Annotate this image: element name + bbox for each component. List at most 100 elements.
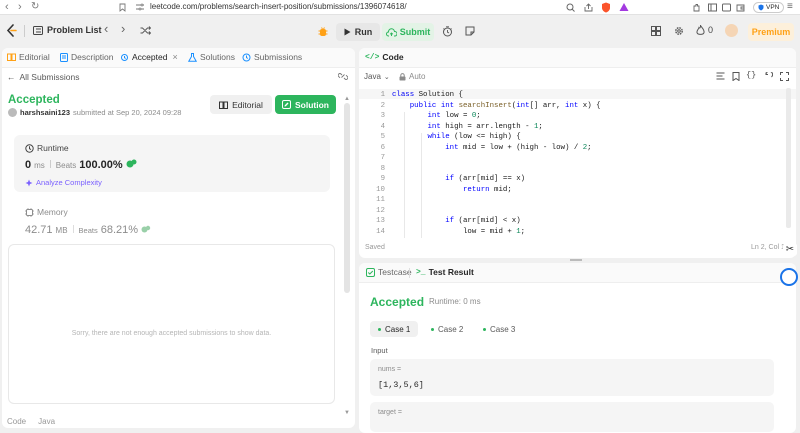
- menu-icon[interactable]: ≡: [787, 1, 793, 12]
- scissors-icon[interactable]: ✂: [783, 243, 797, 256]
- expand-icon[interactable]: [780, 72, 789, 81]
- format-icon[interactable]: [716, 72, 725, 80]
- code-editor[interactable]: 1 class Solution {2 public int searchInse…: [359, 88, 796, 238]
- prev-problem-icon[interactable]: ‹: [104, 21, 108, 36]
- auto-mode-toggle[interactable]: Auto: [399, 72, 425, 81]
- zoom-icon[interactable]: [566, 3, 575, 12]
- memory-header[interactable]: Memory: [25, 207, 68, 217]
- settings-gear-icon[interactable]: [674, 26, 684, 36]
- scroll-down-icon[interactable]: ▼: [344, 410, 350, 416]
- url-bar[interactable]: leetcode.com/problems/search-insert-posi…: [150, 2, 407, 11]
- left-scrollbar-thumb[interactable]: [344, 103, 350, 293]
- case-tab-2[interactable]: Case 2: [423, 321, 471, 337]
- tab-testcase[interactable]: Testcase: [366, 267, 412, 277]
- vpn-label: VPN: [766, 4, 780, 11]
- run-label: Run: [354, 27, 373, 37]
- floating-assistant-icon[interactable]: [780, 268, 798, 286]
- memory-stats[interactable]: 42.71 MB Beats 68.21%: [25, 224, 151, 236]
- var-name: target =: [378, 409, 402, 416]
- tab-description[interactable]: Description: [60, 52, 114, 62]
- analyze-label: Analyze Complexity: [36, 178, 102, 187]
- username[interactable]: harshsaini123: [20, 108, 70, 117]
- indent-guide: [404, 112, 405, 238]
- code-scrollbar-thumb[interactable]: [786, 88, 791, 228]
- tab-solutions[interactable]: Solutions: [188, 52, 235, 62]
- back-icon[interactable]: ‹: [5, 1, 9, 13]
- tab-editorial[interactable]: Editorial: [7, 52, 50, 62]
- leetcode-logo-icon[interactable]: [6, 24, 17, 37]
- sidebar-icon[interactable]: [708, 3, 717, 12]
- braces-icon[interactable]: {}: [746, 70, 756, 80]
- tab-accepted[interactable]: Accepted ×: [120, 52, 178, 62]
- bookmark-icon[interactable]: [732, 72, 740, 81]
- code-line: int high = arr.length - 1;: [427, 122, 543, 131]
- divider: [24, 25, 25, 37]
- cloud-upload-icon: [385, 27, 397, 36]
- user-avatar[interactable]: [8, 108, 17, 117]
- problem-list-link[interactable]: Problem List: [47, 25, 102, 35]
- tab-test-result[interactable]: >_ Test Result: [416, 267, 474, 277]
- brave-shield-icon[interactable]: [601, 2, 611, 13]
- problem-list-icon[interactable]: [33, 26, 43, 35]
- reload-icon[interactable]: ↻: [31, 1, 39, 12]
- play-icon: [344, 28, 351, 36]
- bookmark-icon[interactable]: [118, 3, 127, 12]
- forward-icon[interactable]: ›: [18, 1, 22, 13]
- solution-button[interactable]: Solution: [275, 95, 336, 114]
- tab-code[interactable]: </> Code: [365, 52, 404, 62]
- submit-button[interactable]: Submit: [382, 23, 434, 41]
- code-line: return mid;: [462, 185, 512, 194]
- extensions-icon[interactable]: [692, 3, 701, 12]
- empty-chart-message: Sorry, there are not enough accepted sub…: [71, 330, 272, 337]
- tab-label: Test Result: [428, 267, 474, 277]
- avatar[interactable]: [725, 24, 738, 37]
- layout-icon[interactable]: [651, 26, 661, 36]
- all-submissions-link[interactable]: ← All Submissions: [7, 72, 80, 82]
- sparkle-icon: [25, 179, 33, 186]
- debug-icon[interactable]: [318, 26, 328, 37]
- timer-icon[interactable]: [442, 26, 453, 37]
- code-line: int low = 0;: [427, 112, 481, 120]
- beats-label: Beats: [55, 161, 77, 170]
- link-icon[interactable]: [338, 72, 348, 81]
- panel-resize-handle[interactable]: [570, 259, 582, 261]
- submitted-at: submitted at Sep 20, 2024 09:28: [73, 108, 182, 117]
- clock-icon: [25, 143, 34, 153]
- share-icon[interactable]: [584, 3, 593, 12]
- close-tab-icon[interactable]: ×: [172, 52, 177, 62]
- beats-label: Beats: [78, 226, 98, 235]
- arrow-left-icon: ←: [7, 72, 16, 82]
- indent-guide: [421, 133, 422, 238]
- line-number: 8: [380, 164, 385, 173]
- runtime-card[interactable]: Runtime 0 ms Beats 100.00% Analyze Compl…: [14, 135, 330, 192]
- case-tab-1[interactable]: Case 1: [370, 321, 419, 337]
- line-number: 3: [380, 112, 385, 120]
- scroll-up-icon[interactable]: ▲: [344, 96, 350, 102]
- checkbox-icon: [366, 267, 375, 277]
- description-icon: [60, 52, 68, 62]
- notes-icon[interactable]: [465, 26, 475, 36]
- premium-button[interactable]: Premium: [748, 23, 794, 41]
- analyze-complexity-button[interactable]: Analyze Complexity: [25, 178, 102, 187]
- next-problem-icon[interactable]: ›: [121, 21, 125, 36]
- shuffle-icon[interactable]: [140, 26, 151, 35]
- run-button[interactable]: Run: [336, 23, 380, 41]
- runtime-beats: 100.00%: [79, 159, 123, 171]
- case-tab-3[interactable]: Case 3: [475, 321, 523, 337]
- profile-icon[interactable]: [722, 3, 731, 12]
- wallet-icon[interactable]: [736, 3, 745, 12]
- case-label: Case 2: [438, 324, 464, 334]
- site-settings-icon[interactable]: [135, 3, 145, 12]
- vpn-button[interactable]: VPN: [753, 2, 785, 13]
- var-name: nums =: [378, 366, 402, 373]
- all-submissions-label: All Submissions: [19, 72, 80, 82]
- streak-flame-icon[interactable]: [696, 25, 705, 36]
- tab-submissions[interactable]: Submissions: [242, 52, 302, 62]
- brave-rewards-icon[interactable]: [619, 2, 629, 12]
- language-select[interactable]: Java ⌄: [364, 72, 390, 81]
- editorial-button[interactable]: Editorial: [210, 95, 272, 114]
- reset-icon[interactable]: [764, 72, 773, 81]
- tab-label: Code: [382, 52, 404, 62]
- divider: [409, 268, 410, 278]
- line-number: 13: [376, 217, 385, 225]
